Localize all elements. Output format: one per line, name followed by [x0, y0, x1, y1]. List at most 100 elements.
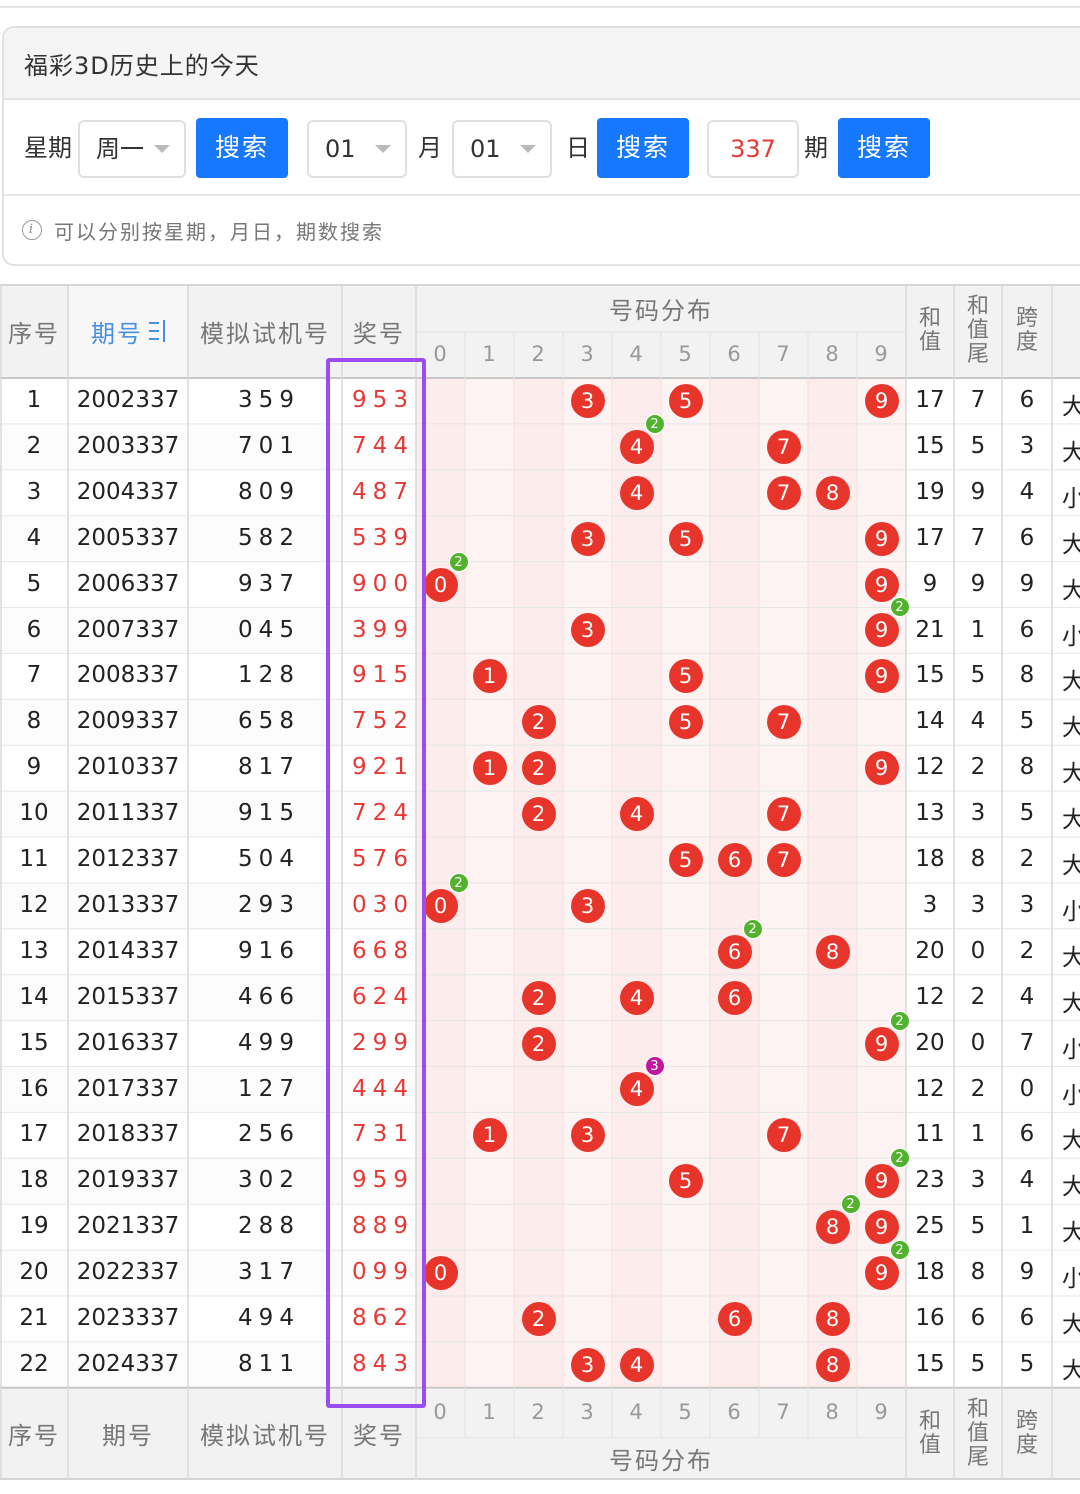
- row-span: 4: [1019, 983, 1035, 1010]
- issue-search-button[interactable]: 搜索: [838, 118, 930, 178]
- footer-issue: 期号: [102, 1422, 154, 1451]
- digit-ball-4: 4: [619, 429, 654, 464]
- panel-title: 福彩3D历史上的今天: [4, 28, 1080, 100]
- row-index: 18: [19, 1167, 49, 1194]
- weekday-label: 星期: [24, 134, 72, 162]
- digit-ball-7: 7: [766, 429, 801, 464]
- repeat-count-badge: 2: [840, 1194, 861, 1215]
- row-win-number: 624: [352, 983, 414, 1010]
- row-sim-number: 256: [238, 1121, 300, 1148]
- row-size: 小: [1062, 1082, 1080, 1109]
- row-win-number: 299: [352, 1029, 414, 1056]
- date-search-button[interactable]: 搜索: [597, 118, 689, 178]
- digit-ball-1: 1: [472, 751, 507, 786]
- repeat-count-badge: 2: [644, 413, 665, 434]
- day-select[interactable]: 01: [452, 120, 552, 178]
- month-select[interactable]: 01: [307, 120, 407, 178]
- weekday-search-button[interactable]: 搜索: [196, 118, 288, 178]
- row-index: 13: [19, 937, 49, 964]
- digit-ball-9: 9: [864, 1164, 899, 1199]
- row-issue: 2009337: [76, 708, 180, 735]
- row-win-number: 921: [352, 754, 414, 781]
- row-index: 12: [19, 891, 49, 918]
- footer-span: 跨度: [1002, 1388, 1052, 1480]
- digit-ball-5: 5: [668, 521, 703, 556]
- repeat-count-badge: 2: [742, 918, 763, 939]
- header-sum-tail-char: 和: [966, 294, 989, 319]
- row-size: 大: [1062, 990, 1080, 1017]
- row-sim-number: 359: [238, 387, 300, 413]
- row-index: 14: [19, 983, 49, 1010]
- row-win-number: 900: [352, 570, 414, 597]
- row-sum: 18: [915, 846, 945, 872]
- month-value: 01: [325, 135, 356, 163]
- row-size: 大: [1062, 944, 1080, 971]
- repeat-count-badge: 3: [644, 1056, 665, 1077]
- row-sim-number: 317: [238, 1259, 300, 1286]
- row-span: 3: [1019, 432, 1035, 459]
- digit-header-4: 4: [629, 342, 643, 366]
- row-win-number: 399: [352, 616, 414, 643]
- row-size: 大: [1062, 715, 1080, 742]
- digit-header-3: 3: [580, 342, 594, 366]
- digit-ball-3: 3: [570, 613, 605, 648]
- header-sum-tail-char: 值: [966, 318, 989, 343]
- row-sum-tail: 9: [970, 570, 986, 597]
- header-sum-char: 和: [918, 306, 941, 331]
- row-sum: 3: [922, 891, 938, 918]
- footer-index: 序号: [8, 1422, 60, 1451]
- header-sum-char: 值: [918, 330, 941, 355]
- row-issue: 2008337: [76, 662, 180, 689]
- digit-ball-3: 3: [570, 521, 605, 556]
- row-span: 5: [1019, 708, 1035, 735]
- digit-ball-9: 9: [864, 751, 899, 786]
- row-span: 6: [1019, 524, 1035, 551]
- row-sum: 19: [915, 478, 945, 505]
- issue-input[interactable]: 337: [707, 120, 799, 178]
- digit-ball-7: 7: [766, 1118, 801, 1153]
- footer-span-char: 跨: [1015, 1408, 1038, 1434]
- row-sim-number: 582: [238, 524, 300, 551]
- weekday-select[interactable]: 周一: [78, 120, 186, 178]
- row-sum-tail: 2: [970, 754, 986, 781]
- digit-ball-9: 9: [864, 567, 899, 602]
- row-span: 8: [1019, 754, 1035, 781]
- digit-footer-8: 8: [825, 1399, 839, 1424]
- header-sum-tail: 和值尾: [954, 284, 1002, 378]
- digit-footer-4: 4: [629, 1399, 643, 1424]
- digit-ball-2: 2: [521, 705, 556, 740]
- digit-header-8: 8: [825, 342, 839, 366]
- row-sum-tail: 5: [970, 432, 986, 459]
- header-span-char: 度: [1015, 330, 1038, 355]
- row-sim-number: 915: [238, 800, 300, 827]
- row-sum-tail: 5: [970, 1350, 986, 1377]
- row-win-number: 099: [352, 1259, 414, 1286]
- row-issue: 2006337: [76, 570, 180, 597]
- row-issue: 2017337: [76, 1075, 180, 1102]
- chevron-down-icon: [375, 145, 391, 153]
- row-sim-number: 658: [238, 708, 300, 735]
- digit-ball-7: 7: [766, 705, 801, 740]
- digit-ball-9: 9: [864, 1256, 899, 1291]
- digit-ball-6: 6: [717, 934, 752, 969]
- header-issue-sortable[interactable]: 期号: [68, 284, 188, 378]
- row-sim-number: 916: [238, 937, 300, 964]
- row-span: 5: [1019, 1350, 1035, 1377]
- header-sum-tail-char: 尾: [966, 342, 989, 367]
- digit-ball-5: 5: [668, 383, 703, 418]
- history-table: 序号 期号 模拟试机号 奖号 号码分布和值和值尾跨度 0 1 2 3 4 5 6 7 8 9 1 2002337…: [0, 284, 1080, 1480]
- row-size: 大: [1062, 853, 1080, 879]
- row-win-number: 953: [352, 387, 414, 413]
- row-issue: 2004337: [76, 478, 180, 505]
- row-sim-number: 128: [238, 662, 300, 689]
- row-sum-tail: 6: [970, 1305, 986, 1331]
- row-win-number: 487: [352, 478, 414, 505]
- digit-header-2: 2: [531, 342, 545, 366]
- digit-ball-0: 0: [423, 567, 458, 602]
- digit-ball-5: 5: [668, 659, 703, 694]
- row-sum-tail: 2: [970, 983, 986, 1010]
- row-sim-number: 293: [238, 891, 300, 918]
- row-win-number: 444: [352, 1075, 414, 1102]
- row-issue: 2011337: [76, 800, 180, 827]
- repeat-count-badge: 2: [448, 551, 469, 572]
